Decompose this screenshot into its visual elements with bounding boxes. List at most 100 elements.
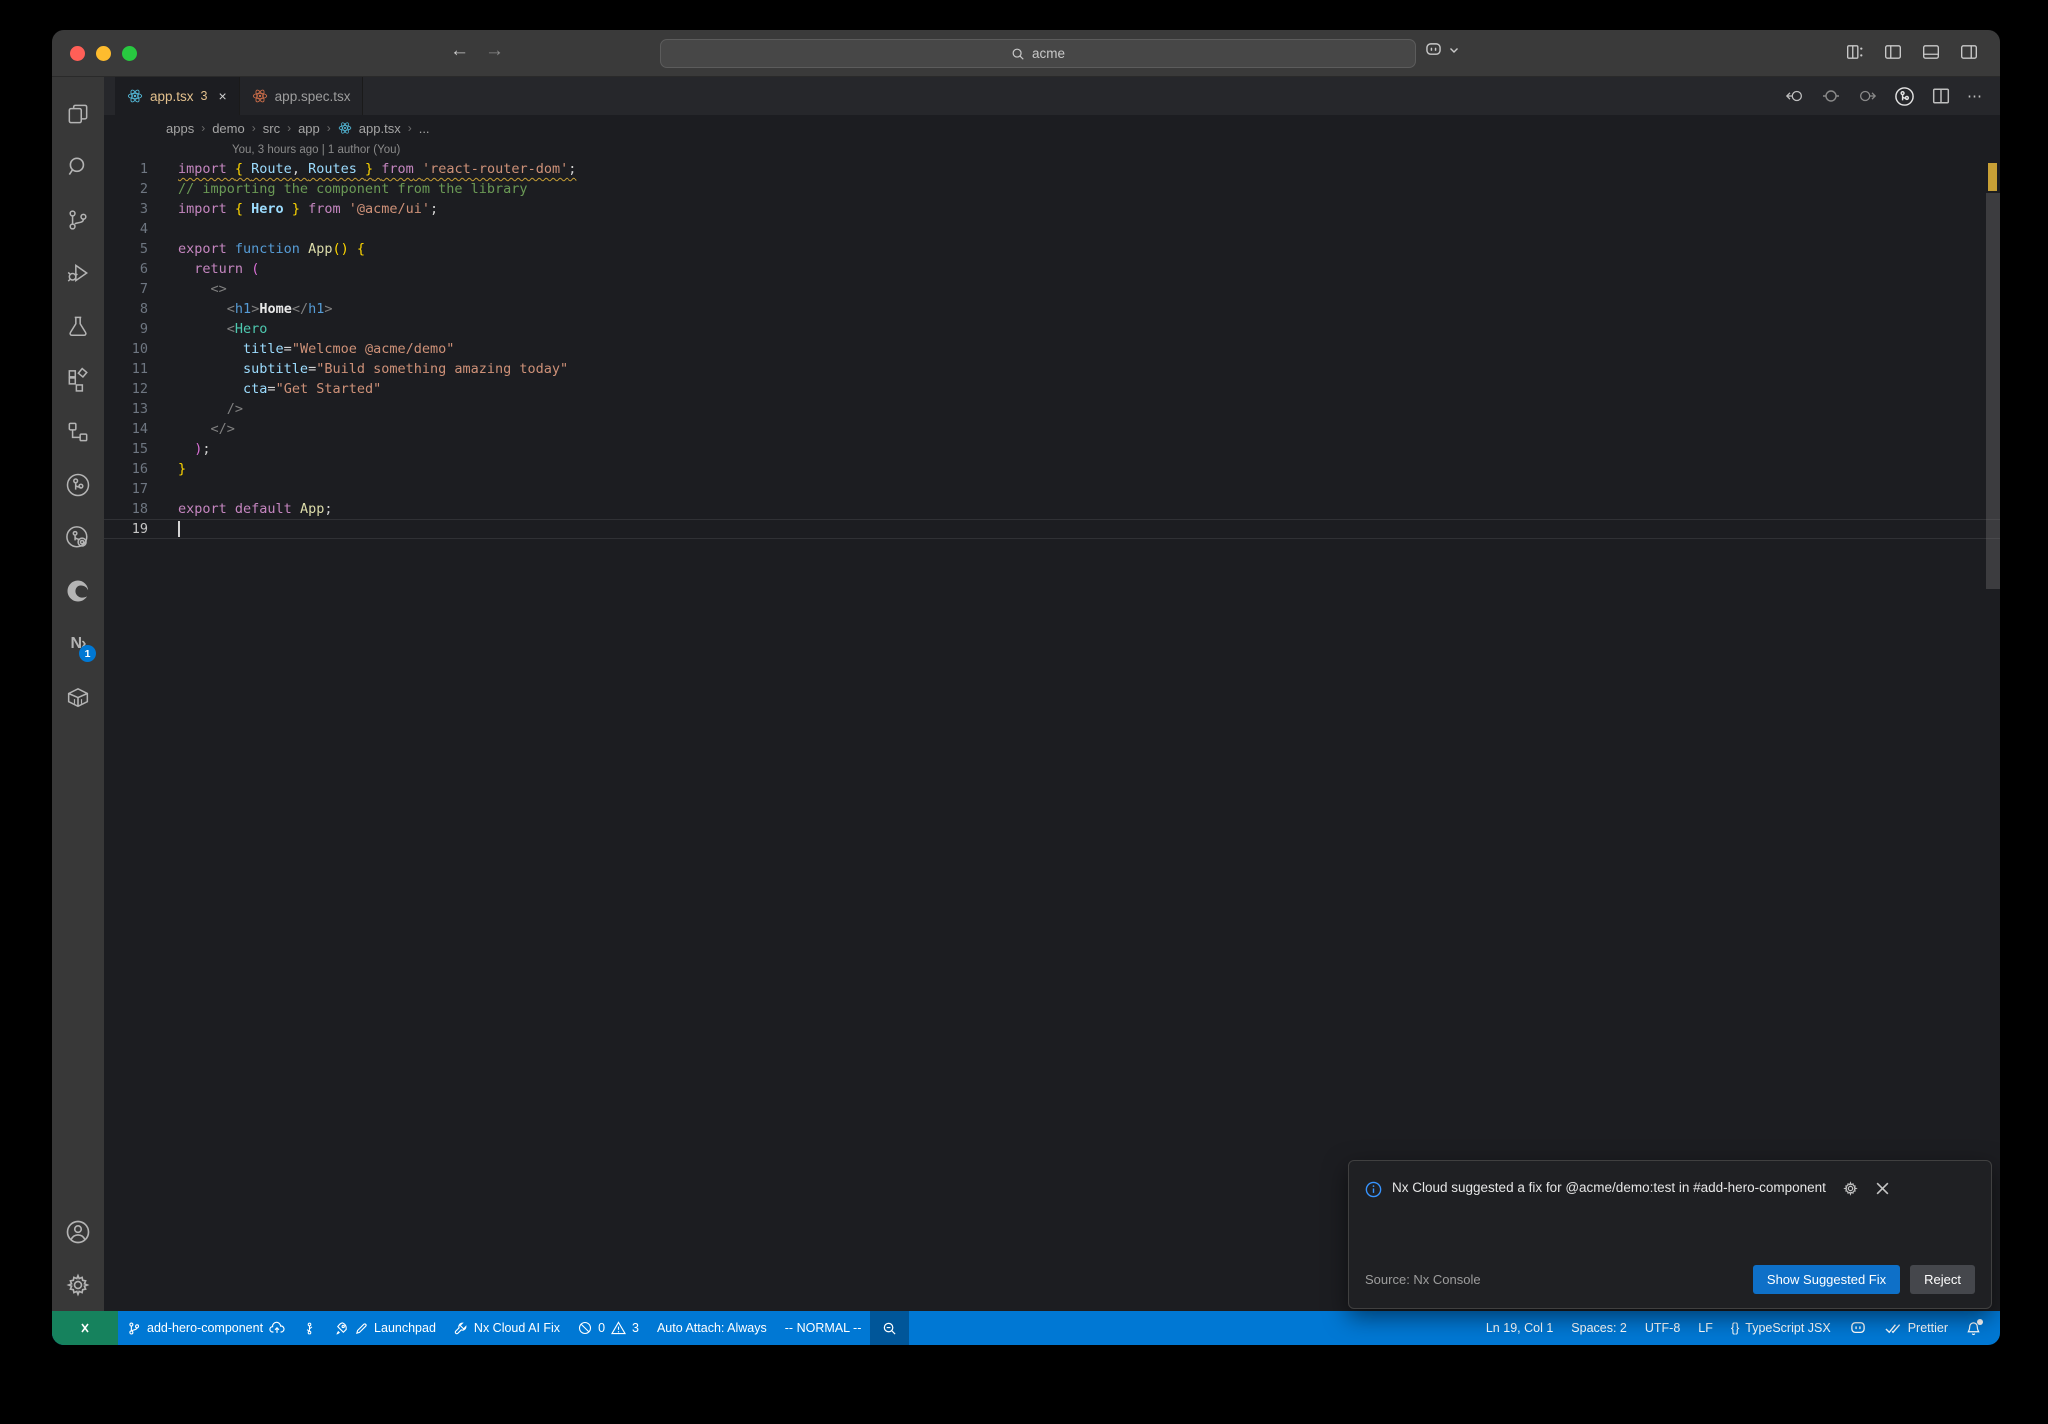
navigate-back-icon[interactable]: ←	[450, 40, 469, 62]
close-tab-icon[interactable]: ×	[218, 88, 226, 104]
eol-status[interactable]: LF	[1689, 1311, 1722, 1345]
code-line[interactable]: 17	[104, 479, 2000, 499]
line-number[interactable]: 18	[104, 499, 148, 519]
remote-indicator[interactable]	[52, 1311, 118, 1345]
breadcrumb-item[interactable]: app.tsx	[359, 121, 401, 136]
encoding-status[interactable]: UTF-8	[1636, 1311, 1689, 1345]
go-forward-circle-icon[interactable]	[1857, 87, 1877, 105]
edge-browser-icon[interactable]	[52, 564, 104, 617]
git-graph-circle-icon[interactable]	[52, 458, 104, 511]
run-debug-icon[interactable]	[52, 246, 104, 299]
more-actions-icon[interactable]: ⋯	[1967, 87, 1984, 105]
prettier-status[interactable]: Prettier	[1876, 1311, 1957, 1345]
code-line[interactable]: 19	[104, 519, 2000, 539]
split-editor-icon[interactable]	[1932, 87, 1950, 105]
settings-gear-icon[interactable]	[52, 1258, 104, 1311]
copilot-icon[interactable]	[1424, 42, 1443, 57]
code-line[interactable]: 18 export default App;	[104, 499, 2000, 519]
notification-settings-gear-icon[interactable]	[1842, 1177, 1859, 1199]
code-line[interactable]: 8 <h1>Home</h1>	[104, 299, 2000, 319]
launchpad-status[interactable]: Launchpad	[325, 1311, 445, 1345]
auto-attach-status[interactable]: Auto Attach: Always	[648, 1311, 776, 1345]
explorer-icon[interactable]	[52, 87, 104, 140]
code-line[interactable]: 16}	[104, 459, 2000, 479]
testing-icon[interactable]	[52, 299, 104, 352]
code-line[interactable]: 15 );	[104, 439, 2000, 459]
tab-app-tsx[interactable]: app.tsx 3 ×	[115, 77, 240, 115]
close-window-button[interactable]	[70, 46, 85, 61]
nx-console-icon[interactable]: N› 1	[52, 617, 104, 670]
package-icon[interactable]	[52, 670, 104, 723]
line-number[interactable]: 16	[104, 459, 148, 479]
code-line[interactable]: 14 </>	[104, 419, 2000, 439]
notification-close-icon[interactable]	[1875, 1177, 1890, 1199]
git-graph-status[interactable]	[294, 1311, 325, 1345]
language-mode-status[interactable]: {} TypeScript JSX	[1722, 1311, 1840, 1345]
line-number[interactable]: 6	[104, 259, 148, 279]
line-number[interactable]: 10	[104, 339, 148, 359]
line-number[interactable]: 12	[104, 379, 148, 399]
line-number[interactable]: 8	[104, 299, 148, 319]
current-position-circle-icon[interactable]	[1822, 87, 1840, 105]
tab-app-spec-tsx[interactable]: app.spec.tsx	[239, 77, 364, 115]
source-control-icon[interactable]	[52, 193, 104, 246]
project-hierarchy-icon[interactable]	[52, 405, 104, 458]
line-number[interactable]: 3	[104, 199, 148, 219]
show-suggested-fix-button[interactable]: Show Suggested Fix	[1752, 1265, 1901, 1294]
code-line[interactable]: 13 />	[104, 399, 2000, 419]
chevron-down-icon[interactable]	[1449, 46, 1459, 54]
code-line[interactable]: 5 export function App() {	[104, 239, 2000, 259]
line-number[interactable]: 14	[104, 419, 148, 439]
git-branch-status[interactable]: add-hero-component	[118, 1311, 294, 1345]
code-line[interactable]: 10 title="Welcmoe @acme/demo"	[104, 339, 2000, 359]
extensions-icon[interactable]	[52, 352, 104, 405]
line-number[interactable]: 11	[104, 359, 148, 379]
customize-layout-icon[interactable]	[1846, 43, 1864, 61]
nx-cloud-fix-status[interactable]: Nx Cloud AI Fix	[445, 1311, 569, 1345]
line-number[interactable]: 17	[104, 479, 148, 499]
code-line[interactable]: 2 // importing the component from the lib…	[104, 179, 2000, 199]
breadcrumb-item[interactable]: app	[298, 121, 320, 136]
line-number[interactable]: 15	[104, 439, 148, 459]
search-view-icon[interactable]	[52, 140, 104, 193]
toggle-secondary-sidebar-icon[interactable]	[1960, 43, 1978, 61]
run-view-circle-icon[interactable]	[1894, 86, 1915, 107]
code-line[interactable]: 9 <Hero	[104, 319, 2000, 339]
code-line[interactable]: 4	[104, 219, 2000, 239]
breadcrumb-item[interactable]: ...	[419, 121, 430, 136]
copilot-status[interactable]	[1840, 1311, 1876, 1345]
scrollbar-thumb[interactable]	[1986, 193, 2000, 589]
reject-button[interactable]: Reject	[1910, 1265, 1975, 1294]
line-number[interactable]: 4	[104, 219, 148, 239]
toggle-primary-sidebar-icon[interactable]	[1884, 43, 1902, 61]
line-number[interactable]: 19	[104, 519, 148, 539]
problems-status[interactable]: 0 3	[569, 1311, 648, 1345]
breadcrumb-item[interactable]: demo	[212, 121, 245, 136]
zoom-status[interactable]	[870, 1311, 910, 1345]
code-line[interactable]: 3 import { Hero } from '@acme/ui';	[104, 199, 2000, 219]
line-number[interactable]: 9	[104, 319, 148, 339]
toggle-panel-icon[interactable]	[1922, 43, 1940, 61]
code-line[interactable]: 6 return (	[104, 259, 2000, 279]
gitlens-icon[interactable]	[52, 511, 104, 564]
line-number[interactable]: 5	[104, 239, 148, 259]
command-center-search[interactable]: acme	[660, 39, 1416, 68]
indentation-status[interactable]: Spaces: 2	[1562, 1311, 1636, 1345]
breadcrumb-item[interactable]: apps	[166, 121, 194, 136]
line-number[interactable]: 2	[104, 179, 148, 199]
code-line[interactable]: 1 import { Route, Routes } from 'react-ro…	[104, 159, 2000, 179]
line-number[interactable]: 1	[104, 159, 148, 179]
navigate-forward-icon[interactable]: →	[485, 40, 504, 62]
maximize-window-button[interactable]	[122, 46, 137, 61]
code-line[interactable]: 12 cta="Get Started"	[104, 379, 2000, 399]
breadcrumb-item[interactable]: src	[263, 121, 280, 136]
code-line[interactable]: 11 subtitle="Build something amazing tod…	[104, 359, 2000, 379]
go-back-circle-icon[interactable]	[1785, 87, 1805, 105]
vim-mode-status[interactable]: -- NORMAL --	[776, 1311, 871, 1345]
editor-scrollbar[interactable]	[1986, 159, 2000, 1311]
cursor-position-status[interactable]: Ln 19, Col 1	[1477, 1311, 1562, 1345]
notifications-bell[interactable]	[1957, 1311, 1990, 1345]
minimize-window-button[interactable]	[96, 46, 111, 61]
account-icon[interactable]	[52, 1205, 104, 1258]
code-line[interactable]: 7 <>	[104, 279, 2000, 299]
